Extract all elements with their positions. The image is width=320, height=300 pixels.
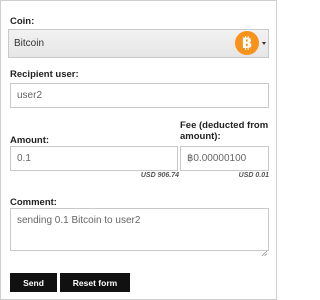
- reset-form-button[interactable]: Reset form: [60, 273, 130, 292]
- fee-usd: USD 0.01: [238, 172, 269, 179]
- amount-input[interactable]: 0.1: [10, 146, 178, 171]
- fee-value: ฿0.00000100: [187, 153, 247, 164]
- resize-handle-icon[interactable]: [261, 243, 268, 257]
- send-form: Coin: Bitcoin B Recipient user: user2 Am…: [0, 0, 277, 300]
- comment-value: sending 0.1 Bitcoin to user2: [17, 215, 141, 226]
- coin-label: Coin:: [10, 16, 35, 27]
- comment-label: Comment:: [10, 197, 57, 208]
- recipient-label: Recipient user:: [10, 69, 79, 80]
- svg-text:B: B: [242, 36, 253, 51]
- send-button[interactable]: Send: [10, 273, 57, 292]
- comment-textarea[interactable]: sending 0.1 Bitcoin to user2: [10, 208, 269, 251]
- recipient-input[interactable]: user2: [10, 83, 269, 108]
- chevron-down-icon[interactable]: [262, 42, 266, 45]
- coin-select[interactable]: Bitcoin: [8, 29, 269, 58]
- amount-value: 0.1: [17, 153, 31, 164]
- bitcoin-icon: B: [235, 31, 259, 55]
- recipient-value: user2: [17, 90, 43, 101]
- amount-usd: USD 906.74: [140, 172, 179, 179]
- fee-label: Fee (deducted from amount):: [180, 120, 269, 142]
- amount-label: Amount:: [10, 135, 50, 146]
- fee-input[interactable]: ฿0.00000100: [180, 146, 269, 171]
- coin-select-value: Bitcoin: [14, 38, 45, 49]
